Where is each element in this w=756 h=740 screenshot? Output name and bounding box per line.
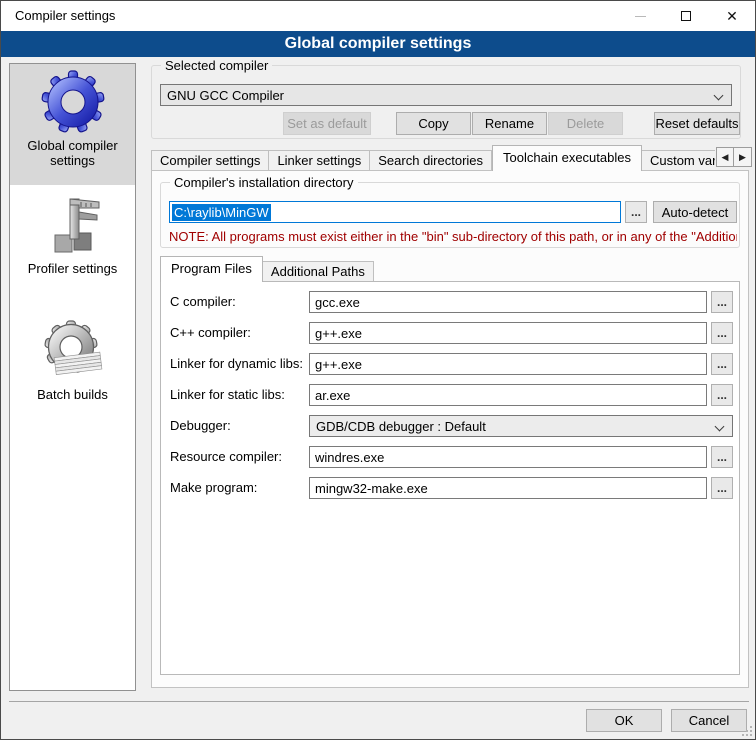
field-label: Linker for dynamic libs:: [170, 353, 303, 375]
linker-dynamic-browse-button[interactable]: ...: [711, 353, 733, 375]
minimize-icon: [635, 16, 646, 17]
tab-linker-settings[interactable]: Linker settings: [269, 150, 370, 171]
resource-compiler-browse-button[interactable]: ...: [711, 446, 733, 468]
compiler-select-value: GNU GCC Compiler: [167, 88, 284, 103]
delete-button[interactable]: Delete: [548, 112, 623, 135]
sidebar-item-profiler-settings[interactable]: Profiler settings: [10, 185, 135, 297]
install-dir-value: C:\raylib\MinGW: [172, 204, 271, 221]
maximize-button[interactable]: [663, 1, 709, 31]
compiler-settings-dialog: Compiler settings ✕ Global compiler sett…: [0, 0, 756, 740]
group-label: Compiler's installation directory: [170, 175, 358, 190]
make-program-browse-button[interactable]: ...: [711, 477, 733, 499]
group-label: Selected compiler: [161, 58, 272, 73]
c-compiler-input[interactable]: [309, 291, 707, 313]
tab-search-directories[interactable]: Search directories: [370, 150, 492, 171]
install-dir-note: NOTE: All programs must exist either in …: [169, 229, 737, 244]
install-dir-browse-button[interactable]: ...: [625, 201, 647, 223]
footer-divider: [9, 701, 749, 702]
field-row-c-compiler: C compiler: ...: [161, 291, 739, 313]
sidebar-item-global-compiler-settings[interactable]: Global compiler settings: [10, 64, 135, 185]
copy-button[interactable]: Copy: [396, 112, 471, 135]
field-label: Make program:: [170, 477, 257, 499]
field-label: Resource compiler:: [170, 446, 282, 468]
linker-static-browse-button[interactable]: ...: [711, 384, 733, 406]
program-files-panel: C compiler: ... C++ compiler: ... Linker…: [160, 281, 740, 675]
sidebar-item-label: Profiler settings: [22, 257, 124, 284]
maximize-icon: [681, 11, 691, 21]
make-program-input[interactable]: [309, 477, 707, 499]
tab-program-files[interactable]: Program Files: [160, 256, 263, 282]
window-title: Compiler settings: [15, 1, 115, 31]
auto-detect-button[interactable]: Auto-detect: [653, 201, 737, 223]
field-row-linker-dynamic: Linker for dynamic libs: ...: [161, 353, 739, 375]
compiler-tabs: Compiler settings Linker settings Search…: [151, 145, 715, 171]
field-row-resource-compiler: Resource compiler: ...: [161, 446, 739, 468]
chevron-down-icon: [715, 422, 725, 432]
reset-defaults-button[interactable]: Reset defaults: [654, 112, 740, 135]
compiler-select[interactable]: GNU GCC Compiler: [160, 84, 732, 106]
program-tabs: Program Files Additional Paths: [160, 256, 720, 282]
field-label: C compiler:: [170, 291, 236, 313]
minimize-button[interactable]: [617, 1, 663, 31]
settings-category-list: Global compiler settings Profiler settin…: [9, 63, 136, 691]
sidebar-item-batch-builds[interactable]: Batch builds: [10, 297, 135, 427]
title-bar[interactable]: Compiler settings ✕: [1, 1, 755, 31]
tab-additional-paths[interactable]: Additional Paths: [263, 261, 374, 282]
tab-scroll-right-button[interactable]: ▶: [734, 147, 752, 167]
ok-button[interactable]: OK: [586, 709, 662, 732]
sidebar-item-label: Global compiler settings: [10, 134, 135, 176]
tab-custom-variables[interactable]: Custom variables: [642, 150, 715, 171]
toolchain-executables-page: Compiler's installation directory C:\ray…: [151, 170, 749, 688]
resource-compiler-input[interactable]: [309, 446, 707, 468]
field-row-debugger: Debugger: GDB/CDB debugger : Default: [161, 415, 739, 437]
field-label: Debugger:: [170, 415, 231, 437]
field-row-make-program: Make program: ...: [161, 477, 739, 499]
field-label: Linker for static libs:: [170, 384, 285, 406]
close-button[interactable]: ✕: [709, 1, 755, 31]
tab-scroll-left-button[interactable]: ◀: [716, 147, 734, 167]
debugger-select-value: GDB/CDB debugger : Default: [316, 419, 486, 434]
c-compiler-browse-button[interactable]: ...: [711, 291, 733, 313]
gray-gear-stack-icon: [41, 319, 105, 383]
close-icon: ✕: [726, 9, 738, 23]
set-as-default-button[interactable]: Set as default: [283, 112, 371, 135]
resize-grip[interactable]: [742, 726, 752, 736]
caliper-icon: [41, 193, 105, 257]
install-dir-group: Compiler's installation directory C:\ray…: [160, 182, 740, 248]
install-dir-input[interactable]: C:\raylib\MinGW: [169, 201, 621, 223]
sidebar-item-label: Batch builds: [31, 383, 114, 410]
cancel-button[interactable]: Cancel: [671, 709, 747, 732]
field-row-cpp-compiler: C++ compiler: ...: [161, 322, 739, 344]
arrow-left-icon: ◀: [722, 152, 729, 163]
page-title: Global compiler settings: [1, 31, 755, 57]
cpp-compiler-input[interactable]: [309, 322, 707, 344]
chevron-down-icon: [714, 91, 724, 101]
rename-button[interactable]: Rename: [472, 112, 547, 135]
field-row-linker-static: Linker for static libs: ...: [161, 384, 739, 406]
linker-dynamic-input[interactable]: [309, 353, 707, 375]
linker-static-input[interactable]: [309, 384, 707, 406]
cpp-compiler-browse-button[interactable]: ...: [711, 322, 733, 344]
arrow-right-icon: ▶: [739, 152, 746, 163]
selected-compiler-group: Selected compiler GNU GCC Compiler Set a…: [151, 65, 741, 139]
debugger-select[interactable]: GDB/CDB debugger : Default: [309, 415, 733, 437]
blue-gear-icon: [41, 70, 105, 134]
tab-toolchain-executables[interactable]: Toolchain executables: [492, 145, 642, 171]
field-label: C++ compiler:: [170, 322, 251, 344]
tab-compiler-settings[interactable]: Compiler settings: [151, 150, 269, 171]
